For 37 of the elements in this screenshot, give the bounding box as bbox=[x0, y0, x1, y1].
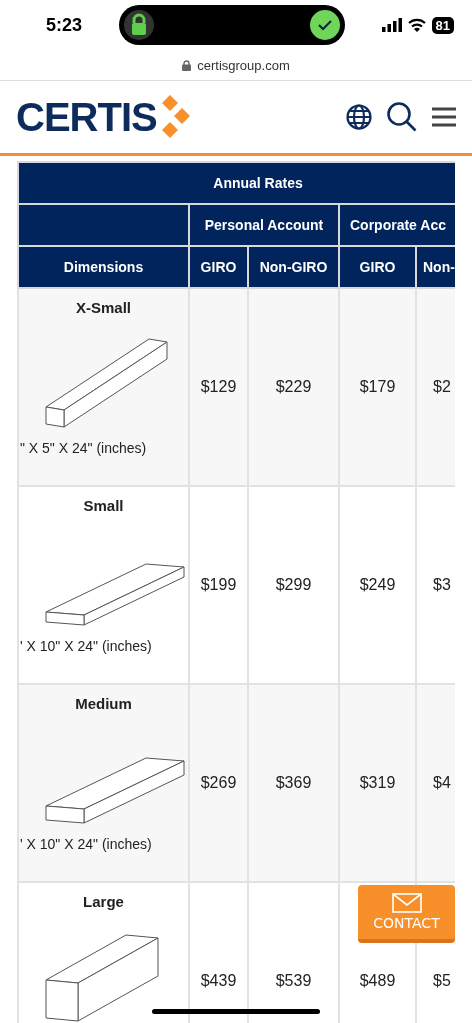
column-group-header: Personal Account bbox=[189, 204, 339, 246]
globe-icon[interactable] bbox=[346, 104, 372, 130]
column-header: Non- bbox=[416, 246, 455, 288]
price-cell: $4 bbox=[416, 684, 455, 882]
check-icon bbox=[309, 10, 340, 40]
url-text[interactable]: certisgroup.com bbox=[197, 57, 290, 73]
logo-text[interactable]: CERTIS bbox=[16, 94, 157, 140]
dimensions-text: " X 5" X 24" (inches) bbox=[20, 440, 147, 456]
column-header: GIRO bbox=[189, 246, 248, 288]
lock-icon bbox=[182, 59, 192, 71]
diamond-logo-icon bbox=[160, 95, 191, 139]
column-header: GIRO bbox=[339, 246, 416, 288]
price-cell: $229 bbox=[248, 288, 339, 486]
column-header: Dimensions bbox=[18, 246, 189, 288]
size-label: X-Small bbox=[76, 299, 131, 316]
lock-icon bbox=[123, 10, 154, 40]
signal-icon bbox=[381, 18, 402, 32]
price-cell: $319 bbox=[339, 684, 416, 882]
menu-icon[interactable] bbox=[432, 106, 456, 128]
price-cell: $179 bbox=[339, 288, 416, 486]
size-label: Large bbox=[83, 893, 124, 910]
size-label: Small bbox=[83, 497, 124, 514]
table-title: Annual Rates bbox=[18, 162, 455, 204]
price-cell: $129 bbox=[189, 288, 248, 486]
column-header: Non-GIRO bbox=[248, 246, 339, 288]
search-icon[interactable] bbox=[386, 101, 418, 133]
dimensions-text: ' X 10" X 24" (inches) bbox=[20, 836, 152, 852]
column-group-header: Corporate Acc bbox=[339, 204, 455, 246]
price-cell: $269 bbox=[189, 684, 248, 882]
price-cell: $369 bbox=[248, 684, 339, 882]
status-time: 5:23 bbox=[46, 14, 83, 36]
price-cell: $2 bbox=[416, 288, 455, 486]
wifi-icon bbox=[407, 18, 426, 32]
size-label: Medium bbox=[75, 695, 132, 712]
battery-indicator: 81 bbox=[431, 16, 454, 34]
dimensions-text: ' X 10" X 24" (inches) bbox=[20, 638, 152, 654]
envelope-icon bbox=[391, 893, 422, 913]
